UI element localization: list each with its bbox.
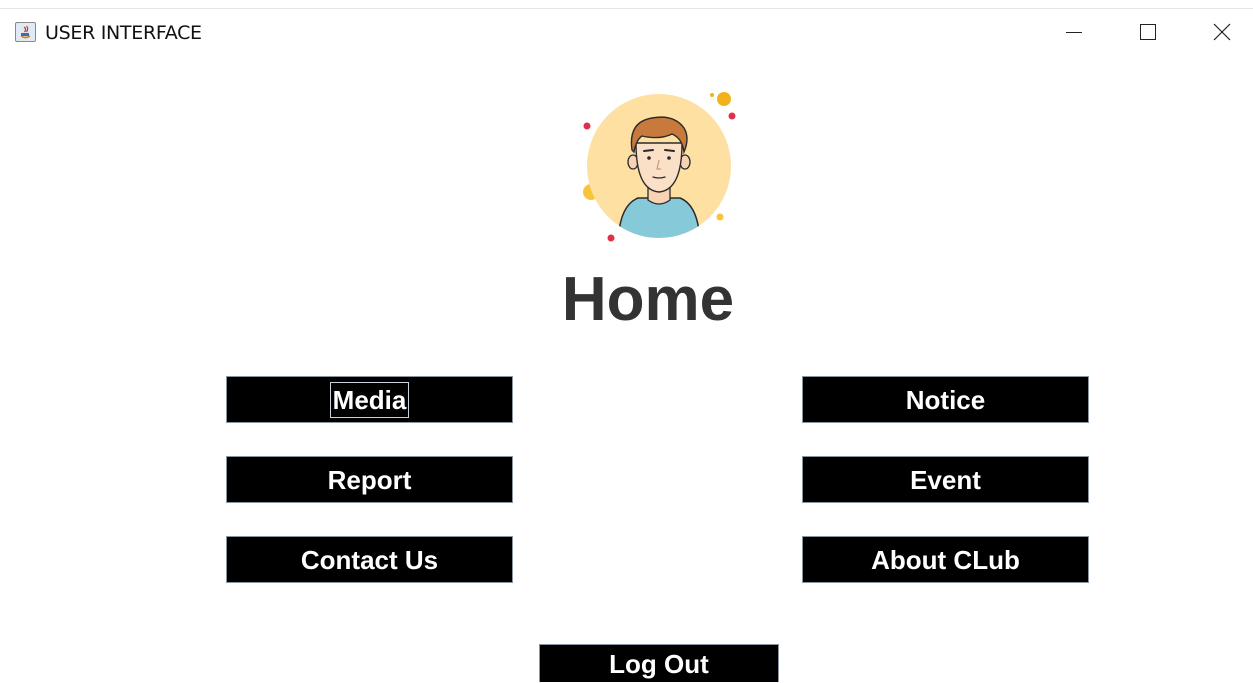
window-titlebar[interactable]: USER INTERFACE [0,0,1253,66]
media-button[interactable]: Media [226,376,513,423]
notice-button[interactable]: Notice [802,376,1089,423]
report-button[interactable]: Report [226,456,513,503]
contact-us-button-label: Contact Us [300,544,439,575]
event-button[interactable]: Event [802,456,1089,503]
log-out-button-label: Log Out [609,649,709,679]
minimize-icon [1066,32,1082,33]
page-title: Home [561,265,735,334]
maximize-icon [1140,24,1156,40]
media-button-label: Media [329,381,410,418]
about-club-button[interactable]: About CLub [802,536,1089,583]
about-club-button-label: About CLub [871,544,1020,575]
event-button-label: Event [910,464,981,495]
notice-button-label: Notice [905,384,986,415]
top-border [0,8,1253,9]
window-title: USER INTERFACE [45,22,202,44]
minimize-button[interactable] [1051,14,1097,50]
log-out-button[interactable]: Log Out [539,644,779,682]
contact-us-button[interactable]: Contact Us [226,536,513,583]
report-button-label: Report [327,464,412,495]
maximize-button[interactable] [1125,14,1171,50]
user-avatar-icon [578,88,740,248]
close-button[interactable] [1199,14,1245,50]
java-app-icon [15,22,36,42]
close-icon [1213,23,1231,41]
